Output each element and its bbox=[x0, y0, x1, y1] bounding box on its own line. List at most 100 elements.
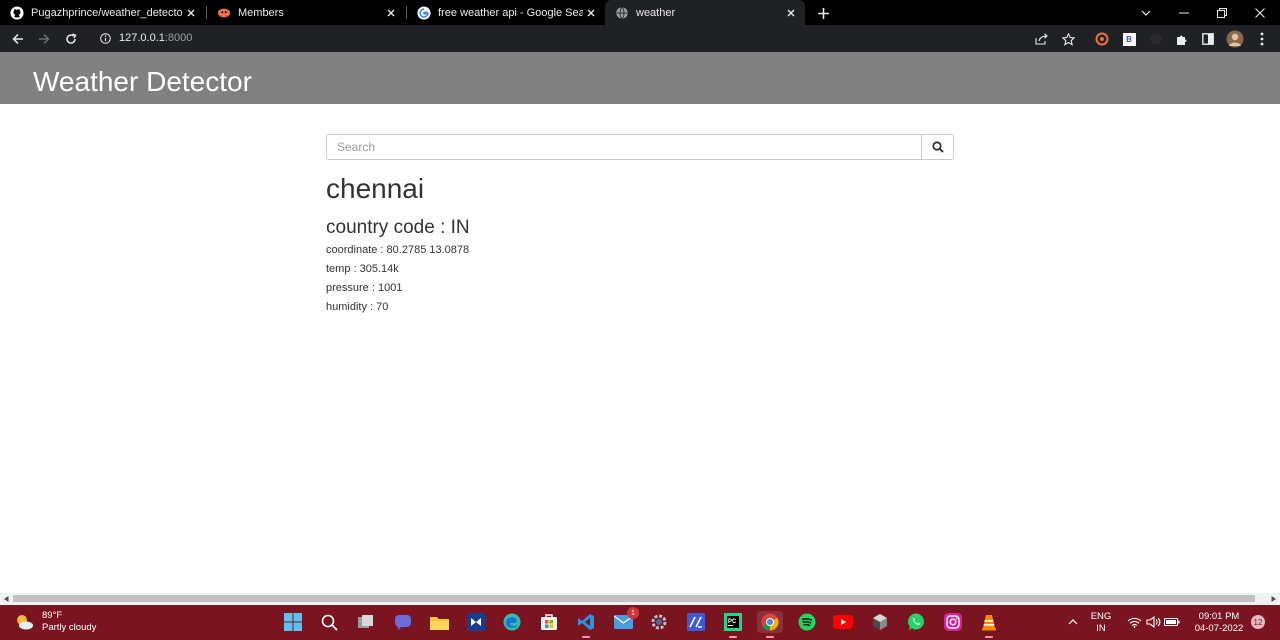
tab-members[interactable]: Members bbox=[207, 0, 405, 25]
search-icon bbox=[931, 141, 944, 153]
address-bar[interactable]: 127.0.0.1:8000 bbox=[90, 28, 1090, 49]
close-icon[interactable] bbox=[383, 5, 399, 21]
taskbar-app-pycharm[interactable]: PC bbox=[722, 611, 744, 638]
weather-desc: Partly cloudy bbox=[42, 622, 97, 633]
close-window-button[interactable] bbox=[1241, 0, 1279, 25]
browser-tab-strip: Pugazhprince/weather_detector: Members f… bbox=[0, 0, 1280, 25]
reload-button[interactable] bbox=[61, 29, 81, 49]
scroll-left-icon[interactable] bbox=[1, 595, 11, 603]
tab-title: weather bbox=[636, 6, 676, 19]
info-icon[interactable] bbox=[100, 33, 111, 44]
whatsapp-icon bbox=[908, 613, 924, 630]
minimize-button[interactable] bbox=[1165, 0, 1203, 25]
search-input[interactable] bbox=[326, 134, 922, 160]
taskbar-app-whatsapp[interactable] bbox=[905, 611, 927, 633]
detail-label: humidity bbox=[326, 301, 376, 313]
settings-gear-icon bbox=[651, 614, 667, 630]
chrome-icon bbox=[761, 613, 779, 631]
city-name: chennai bbox=[326, 173, 425, 204]
close-icon[interactable] bbox=[183, 5, 199, 21]
taskbar-app-edge[interactable] bbox=[501, 611, 523, 633]
site-brand[interactable]: Weather Detector bbox=[33, 66, 252, 98]
tab-google-search[interactable]: free weather api - Google Search bbox=[407, 0, 605, 25]
running-indicator bbox=[985, 636, 993, 638]
search-icon bbox=[321, 614, 338, 631]
taskbar-app-chrome[interactable] bbox=[757, 611, 783, 638]
globe-icon bbox=[616, 6, 628, 19]
running-indicator bbox=[766, 636, 774, 638]
close-icon[interactable] bbox=[783, 5, 799, 21]
extension-colorful-icon[interactable] bbox=[1092, 29, 1112, 49]
vscode-icon bbox=[578, 614, 594, 630]
taskbar-app-vscode[interactable] bbox=[575, 611, 597, 638]
taskbar-app-unity[interactable] bbox=[869, 611, 891, 633]
svg-text:PC: PC bbox=[728, 619, 737, 625]
taskbar-app-editor[interactable] bbox=[685, 611, 707, 633]
region-code: IN bbox=[1096, 623, 1106, 634]
detail-value: 1001 bbox=[377, 282, 403, 294]
start-button[interactable] bbox=[282, 611, 304, 633]
tab-github[interactable]: Pugazhprince/weather_detector: bbox=[0, 0, 205, 25]
share-icon[interactable] bbox=[1031, 29, 1051, 49]
page-header: Weather Detector bbox=[0, 52, 1280, 104]
language-indicator[interactable]: ENG IN bbox=[1088, 611, 1114, 635]
scroll-right-icon[interactable] bbox=[1268, 595, 1278, 603]
detail-value: 80.2785 13.0878 bbox=[386, 244, 470, 256]
extension-dark-icon[interactable] bbox=[1146, 29, 1166, 49]
vlc-icon bbox=[982, 615, 996, 631]
forward-button[interactable] bbox=[34, 29, 54, 49]
humidity-row: humidity70 bbox=[326, 301, 388, 313]
url-text: 127.0.0.1:8000 bbox=[119, 32, 192, 44]
clock-date: 04-07-2022 bbox=[1194, 623, 1244, 634]
restore-button[interactable] bbox=[1203, 0, 1241, 25]
new-tab-button[interactable] bbox=[813, 3, 833, 23]
more-menu-icon[interactable] bbox=[1252, 29, 1272, 49]
taskbar-app-settings[interactable] bbox=[648, 611, 670, 633]
taskbar-app-mail[interactable]: 1 bbox=[612, 607, 639, 633]
taskbar-app-instagram[interactable] bbox=[942, 611, 964, 633]
extensions-puzzle-icon[interactable] bbox=[1172, 29, 1192, 49]
task-view-button[interactable] bbox=[355, 611, 377, 633]
search-button[interactable] bbox=[921, 134, 954, 160]
detail-label: temp bbox=[326, 263, 360, 275]
pycharm-icon: PC bbox=[724, 613, 742, 631]
extension-b-icon[interactable]: B bbox=[1119, 29, 1139, 49]
detail-value: 70 bbox=[376, 301, 389, 313]
taskbar-app-file-explorer[interactable] bbox=[428, 611, 450, 633]
taskbar-app-media[interactable] bbox=[465, 611, 487, 633]
notification-badge[interactable]: 12 bbox=[1251, 615, 1265, 629]
store-icon bbox=[541, 614, 557, 630]
clock[interactable]: 09:01 PM 04-07-2022 bbox=[1187, 611, 1251, 635]
tab-title: Members bbox=[238, 6, 284, 19]
taskbar-app-vlc[interactable] bbox=[978, 611, 1000, 638]
url-port: :8000 bbox=[164, 32, 193, 44]
bookmark-star-icon[interactable] bbox=[1058, 29, 1078, 49]
horizontal-scrollbar[interactable] bbox=[0, 593, 1280, 605]
taskbar-app-store[interactable] bbox=[538, 611, 560, 633]
taskbar-app-spotify[interactable] bbox=[796, 611, 818, 633]
tab-weather[interactable]: weather bbox=[605, 0, 805, 25]
folder-icon bbox=[429, 616, 449, 630]
taskbar-app-youtube[interactable] bbox=[832, 611, 854, 633]
running-indicator bbox=[582, 636, 590, 638]
profile-avatar-icon[interactable] bbox=[1225, 29, 1245, 49]
github-icon bbox=[10, 5, 24, 20]
taskbar-app-chat[interactable] bbox=[392, 611, 414, 633]
show-hidden-icons-button[interactable] bbox=[1062, 611, 1084, 633]
clock-time: 09:01 PM bbox=[1198, 611, 1240, 622]
extension-b-label: B bbox=[1122, 32, 1136, 46]
coordinate-row: coordinate80.2785 13.0878 bbox=[326, 244, 469, 256]
url-host: 127.0.0.1 bbox=[119, 32, 165, 44]
back-button[interactable] bbox=[8, 29, 28, 49]
weather-widget[interactable]: 89°F Partly cloudy bbox=[14, 610, 96, 634]
side-panel-icon[interactable] bbox=[1198, 29, 1218, 49]
close-icon[interactable] bbox=[583, 5, 599, 21]
tab-search-button[interactable] bbox=[1127, 0, 1165, 25]
battery-icon[interactable] bbox=[1161, 611, 1183, 633]
scrollbar-thumb[interactable] bbox=[13, 595, 1255, 602]
weather-temp: 89°F bbox=[42, 610, 63, 621]
detail-label: coordinate bbox=[326, 244, 387, 256]
windows-taskbar: 89°F Partly cloudy 1 PC ENG IN 09:01 PM … bbox=[0, 605, 1280, 640]
cube-app-icon bbox=[873, 614, 887, 630]
taskbar-search-button[interactable] bbox=[318, 611, 340, 633]
